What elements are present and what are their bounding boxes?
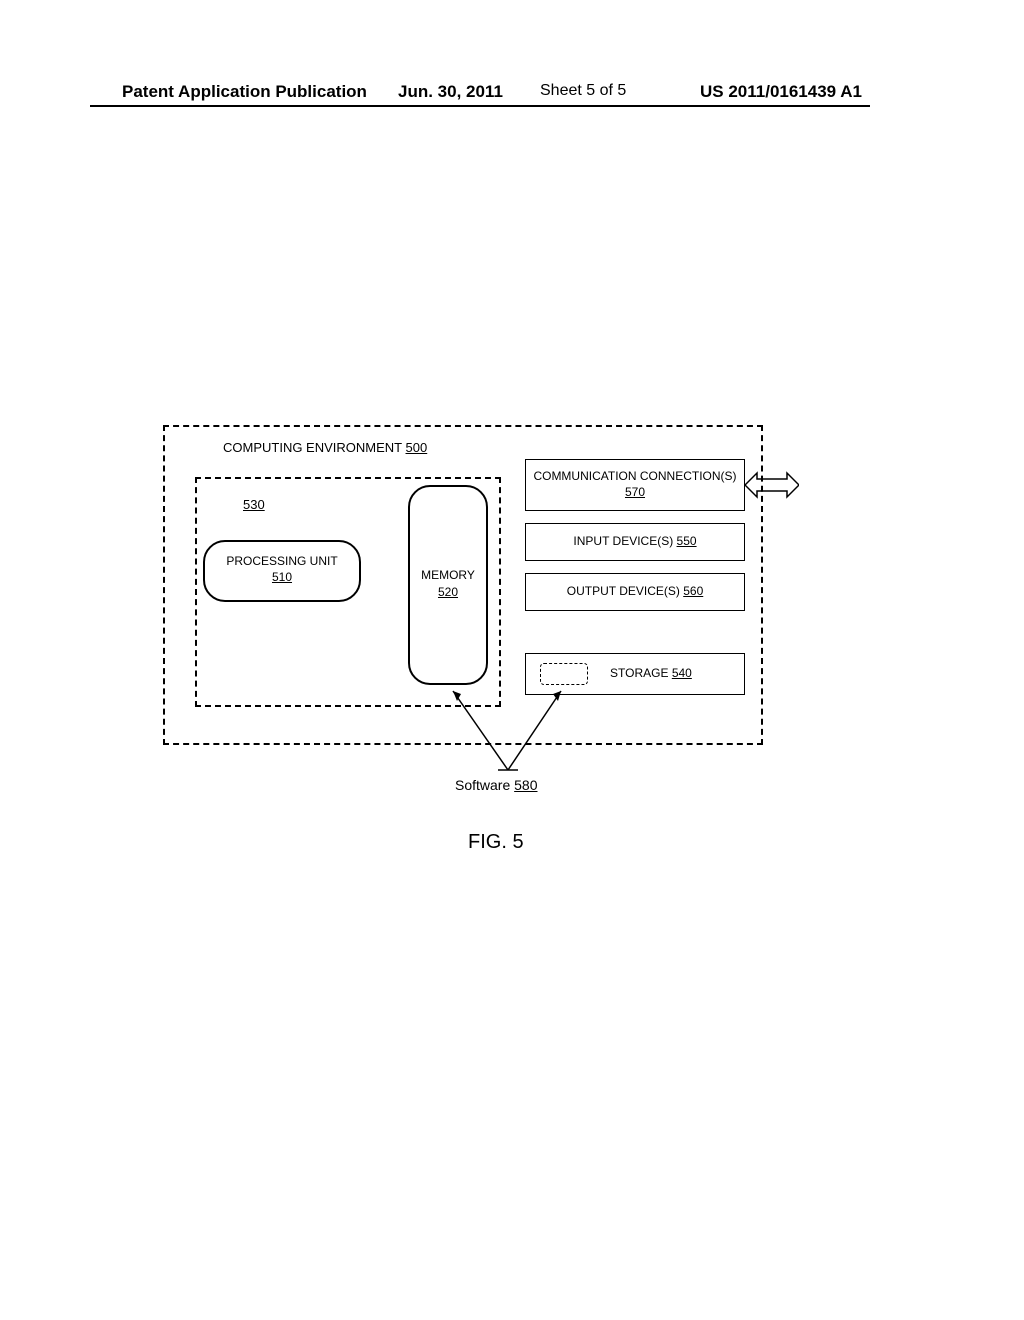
processing-unit-label: PROCESSING UNIT	[205, 554, 359, 570]
storage-label: STORAGE	[610, 666, 668, 680]
storage-num: 540	[672, 666, 692, 680]
env-title-num: 500	[406, 440, 428, 455]
software-label-text: Software	[455, 777, 510, 793]
memory-label: MEMORY	[410, 567, 486, 584]
communication-box: COMMUNICATION CONNECTION(S) 570	[525, 459, 745, 511]
bidirectional-arrow-icon	[745, 469, 799, 501]
input-devices-box: INPUT DEVICE(S) 550	[525, 523, 745, 561]
figure-label: FIG. 5	[468, 831, 524, 854]
storage-inner-dashed	[540, 663, 588, 685]
output-devices-box: OUTPUT DEVICE(S) 560	[525, 573, 745, 611]
env-title: COMPUTING ENVIRONMENT 500	[223, 440, 427, 455]
header-date: Jun. 30, 2011	[398, 82, 503, 102]
diagram-container: COMPUTING ENVIRONMENT 500 530 PROCESSING…	[163, 425, 763, 745]
output-label: OUTPUT DEVICE(S)	[567, 584, 680, 598]
header-rule	[90, 105, 870, 107]
output-num: 560	[683, 584, 703, 598]
inner-box-num: 530	[243, 497, 265, 512]
header-publication: Patent Application Publication	[122, 82, 367, 102]
env-title-text: COMPUTING ENVIRONMENT	[223, 440, 402, 455]
input-num: 550	[677, 534, 697, 548]
memory-block: MEMORY 520	[408, 485, 488, 685]
communication-num: 570	[625, 485, 645, 499]
software-label-num: 580	[514, 777, 537, 793]
memory-num: 520	[410, 584, 486, 601]
input-label: INPUT DEVICE(S)	[573, 534, 673, 548]
processing-unit-num: 510	[205, 570, 359, 586]
header-sheet: Sheet 5 of 5	[540, 82, 626, 100]
software-label: Software 580	[455, 777, 538, 793]
communication-label: COMMUNICATION CONNECTION(S)	[533, 469, 736, 483]
header-pubnum: US 2011/0161439 A1	[700, 82, 862, 102]
processing-unit-block: PROCESSING UNIT 510	[203, 540, 361, 602]
